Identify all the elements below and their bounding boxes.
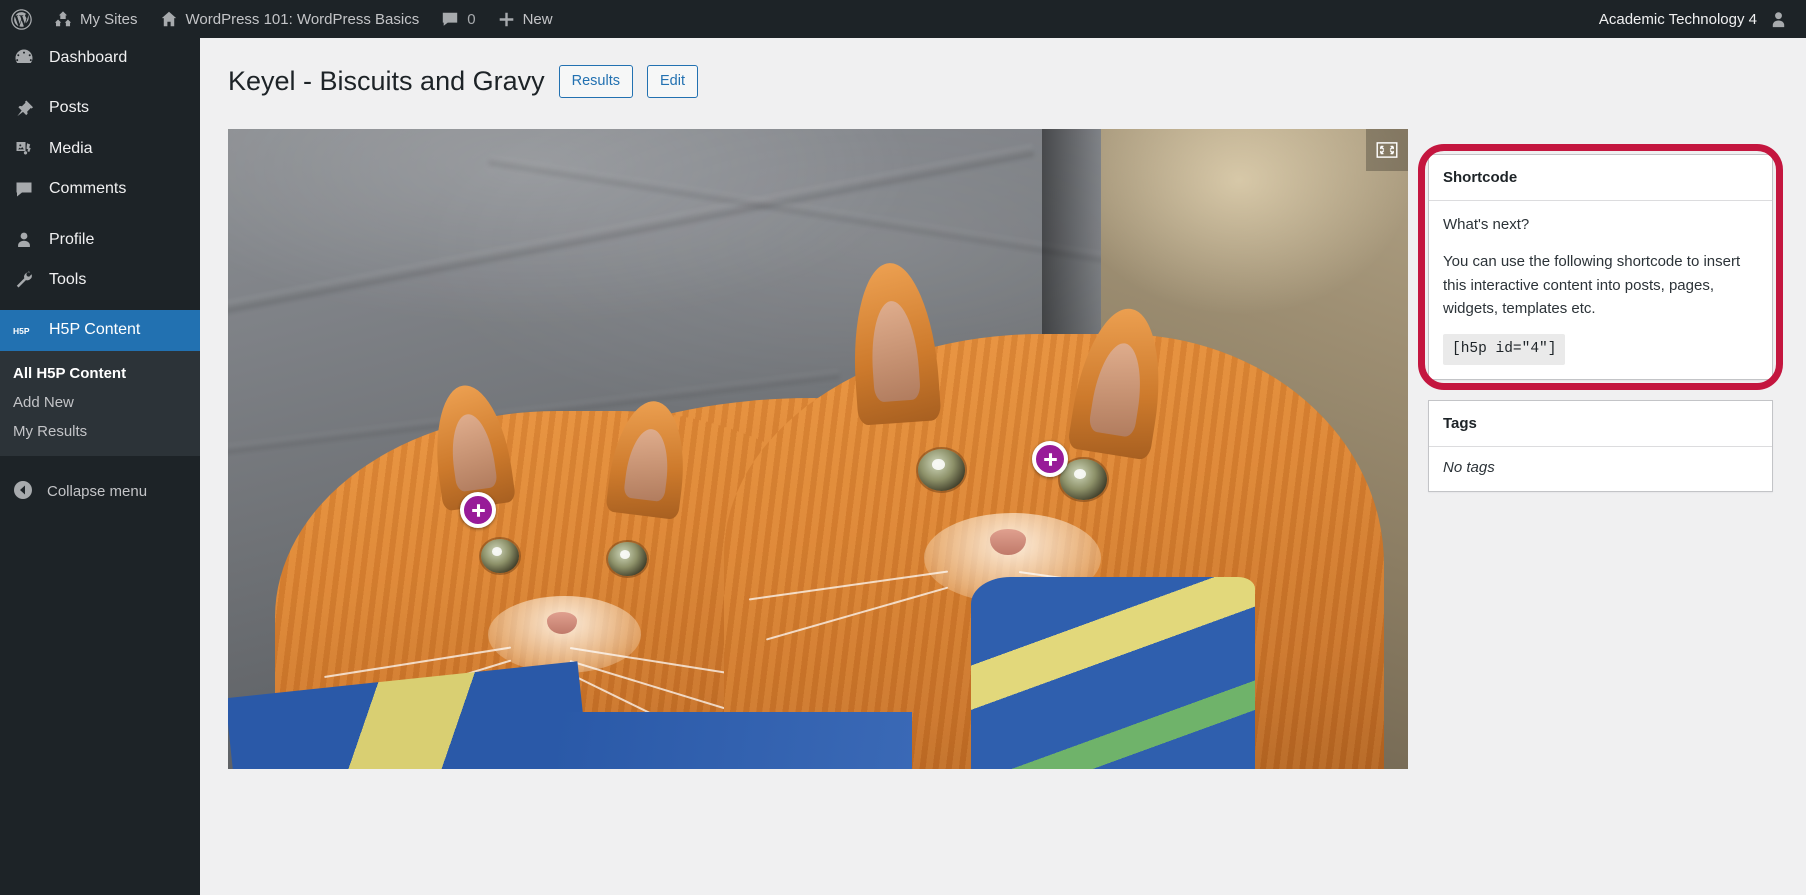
sidebar-separator-3 [0,300,200,310]
sidebar-item-h5p-content-label: H5P Content [49,321,141,339]
user-icon [13,230,35,250]
hotspot-2[interactable] [1032,441,1068,478]
fullscreen-button[interactable] [1366,129,1408,172]
cats-photo [228,129,1408,770]
tags-panel-header: Tags [1429,401,1772,447]
dashboard-icon [13,48,35,68]
admin-bar-new-content-label: New [522,10,553,28]
user-avatar-icon [1769,10,1788,29]
shortcode-value[interactable]: [h5p id="4"] [1443,334,1566,365]
tags-empty-text: No tags [1443,458,1495,476]
sidebar-submenu-add-new[interactable]: Add New [0,388,200,417]
tags-panel-title: Tags [1443,414,1477,432]
cat-left-eye-right [607,541,647,577]
quilt-right [971,577,1255,770]
admin-bar-my-sites-label: My Sites [80,10,138,28]
sidebar-metaboxes: Shortcode What's next? You can use the f… [1418,129,1783,511]
sidebar-item-comments-label: Comments [49,180,127,198]
quilt-center [558,711,913,770]
page-title: Keyel - Biscuits and Gravy [228,66,545,96]
admin-bar-account-label: Academic Technology 4 [1598,10,1757,28]
shortcode-description-text: You can use the following shortcode to i… [1443,253,1741,317]
admin-bar-site-name-label: WordPress 101: WordPress Basics [185,10,420,28]
plus-icon [1042,451,1059,468]
hotspot-1[interactable] [460,492,496,529]
sidebar-item-posts-label: Posts [49,99,90,117]
wordpress-logo-button[interactable] [0,0,43,38]
h5p-content-column [228,129,1408,770]
shortcode-code-wrapper: [h5p id="4"] [1443,334,1758,365]
tags-panel-body: No tags [1429,447,1772,491]
wordpress-icon [11,8,32,30]
sidebar-item-media-label: Media [49,139,93,157]
cat-right-nose [990,529,1026,555]
sidebar-separator-2 [0,210,200,220]
admin-bar-my-sites[interactable]: My Sites [43,0,149,38]
sidebar-separator [0,78,200,88]
sidebar-item-comments[interactable]: Comments [0,169,200,209]
sidebar-item-h5p-content[interactable]: H5P H5P Content [0,310,208,351]
media-icon [13,139,35,159]
sidebar-item-posts[interactable]: Posts [0,88,200,128]
comment-icon [13,179,35,199]
sidebar-submenu-all-h5p-content[interactable]: All H5P Content [0,359,200,388]
admin-bar-new-content[interactable]: New [487,0,564,38]
sidebar-item-media[interactable]: Media [0,129,200,169]
sidebar-item-profile-label: Profile [49,230,95,248]
admin-sidebar: Dashboard Posts Media Comments Profile T… [0,38,208,895]
results-button[interactable]: Results [558,65,633,98]
sites-icon [54,10,72,28]
admin-bar-account[interactable]: Academic Technology 4 [1588,0,1806,38]
cat-right-eye-left [918,449,966,491]
admin-bar-site-name[interactable]: WordPress 101: WordPress Basics [149,0,431,38]
shortcode-panel-header: Shortcode [1429,155,1772,202]
sidebar-item-dashboard[interactable]: Dashboard [0,38,200,78]
comment-bubble-icon [441,10,459,28]
sidebar-submenu-my-results[interactable]: My Results [0,417,200,446]
pin-icon [13,99,35,119]
fullscreen-icon [1376,142,1398,158]
edit-button[interactable]: Edit [646,65,698,98]
shortcode-panel-title: Shortcode [1443,169,1518,187]
wrench-icon [13,270,35,290]
sidebar-item-tools-label: Tools [49,270,87,288]
h5p-player[interactable] [228,129,1408,770]
collapse-menu-button[interactable]: Collapse menu [0,468,200,516]
plus-icon [498,11,515,28]
sidebar-submenu-h5p: All H5P Content Add New My Results [0,350,200,456]
tags-panel: Tags No tags [1428,399,1773,492]
home-icon [160,10,178,28]
h5p-icon: H5P [13,324,35,338]
sidebar-item-profile[interactable]: Profile [0,220,200,260]
collapse-menu-label: Collapse menu [47,483,148,501]
admin-bar: My Sites WordPress 101: WordPress Basics… [0,0,1806,38]
sidebar-item-dashboard-label: Dashboard [49,49,128,66]
admin-bar-comments[interactable]: 0 [430,0,486,38]
plus-icon [470,502,487,519]
svg-text:H5P: H5P [13,326,30,336]
shortcode-intro-text: What's next? [1443,216,1530,234]
admin-bar-comments-count: 0 [467,10,476,28]
shortcode-panel: Shortcode What's next? You can use the f… [1418,144,1783,390]
page-header: Keyel - Biscuits and Gravy Results Edit [200,38,1806,99]
sidebar-item-tools[interactable]: Tools [0,260,200,300]
content-columns: Shortcode What's next? You can use the f… [200,99,1806,770]
main-content: Keyel - Biscuits and Gravy Results Edit [200,38,1806,895]
collapse-arrow-icon [13,480,33,504]
shortcode-panel-body: What's next? You can use the following s… [1429,201,1772,378]
